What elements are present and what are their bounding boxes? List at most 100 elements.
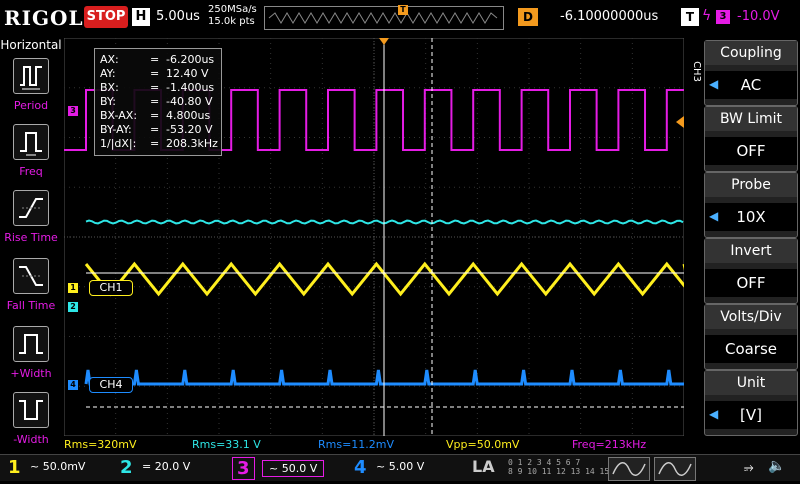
cursor-value: -40.80 V [166, 95, 213, 108]
logic-analyzer-key[interactable]: LA [472, 457, 495, 476]
ch4-label: CH4 [89, 377, 133, 393]
ch3-settings: ~ 50.0 V [262, 460, 325, 477]
sine-wave-icon [658, 462, 692, 476]
menu-bw-limit[interactable]: BW Limit OFF [704, 106, 798, 172]
cursor-key: 1/|dX|: [100, 137, 137, 150]
menu-title: Coupling [705, 41, 797, 65]
menu-item-fall-time[interactable]: Fall Time [0, 258, 62, 312]
trigger-key[interactable]: T [681, 8, 699, 26]
cursor-key: BY-AY: [100, 123, 132, 136]
cursor-value: 4.800us [166, 109, 211, 122]
menu-probe[interactable]: Probe 10X ◀ [704, 172, 798, 238]
knob-select-icon: ◀ [709, 209, 719, 223]
trigger-position-marker: T [398, 5, 408, 15]
acquisition-info: 250MSa/s 15.0k pts [208, 4, 257, 28]
menu-value: 10X [705, 203, 797, 231]
ch2-ground-marker[interactable]: 2 [68, 302, 78, 312]
ch4-key[interactable]: 4 [354, 457, 367, 478]
memory-depth: 15.0k pts [208, 16, 255, 27]
cursor-key: AX: [100, 53, 119, 66]
menu-title: BW Limit [705, 107, 797, 131]
cursor-equals: = [150, 67, 160, 80]
cursor-equals: = [150, 81, 160, 94]
menu-value: AC [705, 71, 797, 99]
ch3-scale: 50.0 V [281, 462, 318, 475]
run-stop-indicator[interactable]: STOP [84, 6, 128, 28]
memory-overview-strip[interactable] [264, 6, 504, 30]
menu-item-label: -Width [13, 433, 49, 446]
menu-item-label: Fall Time [6, 299, 56, 312]
freq-icon [13, 124, 49, 160]
menu-value: OFF [705, 137, 797, 165]
menu-item-neg-width[interactable]: -Width [0, 392, 62, 446]
delay-key[interactable]: D [518, 8, 538, 26]
cursor-equals: = [150, 95, 160, 108]
menu-title: Invert [705, 239, 797, 263]
logic-channels-low: 0 1 2 3 4 5 6 7 [508, 458, 581, 467]
cursor-readout-panel: AX: = -6.200us AY: = 12.40 V BX: = -1.400us BY: = -… [94, 48, 222, 156]
menu-item-label: Rise Time [4, 231, 58, 244]
source2-button[interactable] [654, 457, 696, 481]
cursor-key: BX-AX: [100, 109, 138, 122]
knob-select-icon: ◀ [709, 407, 719, 421]
period-icon [13, 58, 49, 94]
menu-item-pos-width[interactable]: +Width [0, 326, 62, 380]
measurement-ch1-rms: Rms=320mV [64, 438, 137, 451]
source1-button[interactable] [608, 457, 650, 481]
menu-item-rise-time[interactable]: Rise Time [0, 190, 62, 244]
menu-item-period[interactable]: Period [0, 58, 62, 112]
menu-unit[interactable]: Unit [V] ◀ [704, 370, 798, 436]
ch2-key[interactable]: 2 [120, 457, 133, 478]
cursor-equals: = [150, 137, 160, 150]
measurement-ch2-rms: Rms=33.1 V [192, 438, 261, 451]
right-menu-panel: Coupling AC ◀ BW Limit OFF Probe 10X ◀ I… [700, 36, 800, 436]
cursor-key: BY: [100, 95, 116, 108]
ch1-ground-marker[interactable]: 1 [68, 283, 78, 293]
speaker-icon[interactable]: 🔈 [768, 458, 785, 474]
timebase-value: 5.00us [156, 9, 200, 24]
memory-overview-wave [268, 12, 498, 24]
pos-width-icon [13, 326, 49, 362]
menu-item-freq[interactable]: Freq [0, 124, 62, 178]
ch4-ground-marker[interactable]: 4 [68, 380, 78, 390]
ch1-scale: 50.0mV [42, 460, 86, 473]
neg-width-icon [13, 392, 49, 428]
ch2-coupling: = [142, 460, 152, 473]
menu-value: [V] [705, 401, 797, 429]
trigger-source: 3 [716, 10, 730, 24]
rise-time-icon [13, 190, 49, 226]
measurement-ch4-rms: Rms=11.2mV [318, 438, 395, 451]
usb-icon: ⭌ [744, 460, 754, 474]
ch2-scale: 20.0 V [154, 460, 191, 473]
fall-time-icon [13, 258, 49, 294]
knob-select-icon: ◀ [709, 77, 719, 91]
ch3-key[interactable]: 3 [232, 457, 255, 480]
rising-edge-icon: ϟ [702, 8, 712, 24]
cursor-equals: = [150, 123, 160, 136]
ch1-key[interactable]: 1 [8, 457, 21, 478]
ch3-ground-marker[interactable]: 3 [68, 106, 78, 116]
menu-volts-div[interactable]: Volts/Div Coarse [704, 304, 798, 370]
menu-value: Coarse [705, 335, 797, 363]
sine-wave-icon [612, 462, 646, 476]
cursor-key: AY: [100, 67, 116, 80]
cursor-equals: = [150, 53, 160, 66]
ch1-coupling: ~ [30, 460, 40, 473]
menu-coupling[interactable]: Coupling AC ◀ [704, 40, 798, 106]
ch1-settings: ~ 50.0mV [30, 460, 85, 473]
cursor-value: 12.40 V [166, 67, 209, 80]
ch4-coupling: ~ [376, 460, 386, 473]
horizontal-key[interactable]: H [132, 8, 150, 26]
cursor-value: -1.400us [166, 81, 215, 94]
top-status-bar: RIGOL STOP H 5.00us 250MSa/s 15.0k pts T… [0, 0, 800, 36]
menu-invert[interactable]: Invert OFF [704, 238, 798, 304]
logic-channels-high: 8 9 10 11 12 13 14 15 [508, 467, 610, 476]
logic-channel-grid: 0 1 2 3 4 5 6 7 8 9 10 11 12 13 14 15 [508, 458, 609, 476]
menu-title: Probe [705, 173, 797, 197]
ch2-settings: = 20.0 V [142, 460, 190, 473]
measurement-ch1-vpp: Vpp=50.0mV [446, 438, 520, 451]
cursor-equals: = [150, 109, 160, 122]
ch4-scale: 5.00 V [388, 460, 425, 473]
ch4-settings: ~ 5.00 V [376, 460, 424, 473]
ch1-label: CH1 [89, 280, 133, 296]
